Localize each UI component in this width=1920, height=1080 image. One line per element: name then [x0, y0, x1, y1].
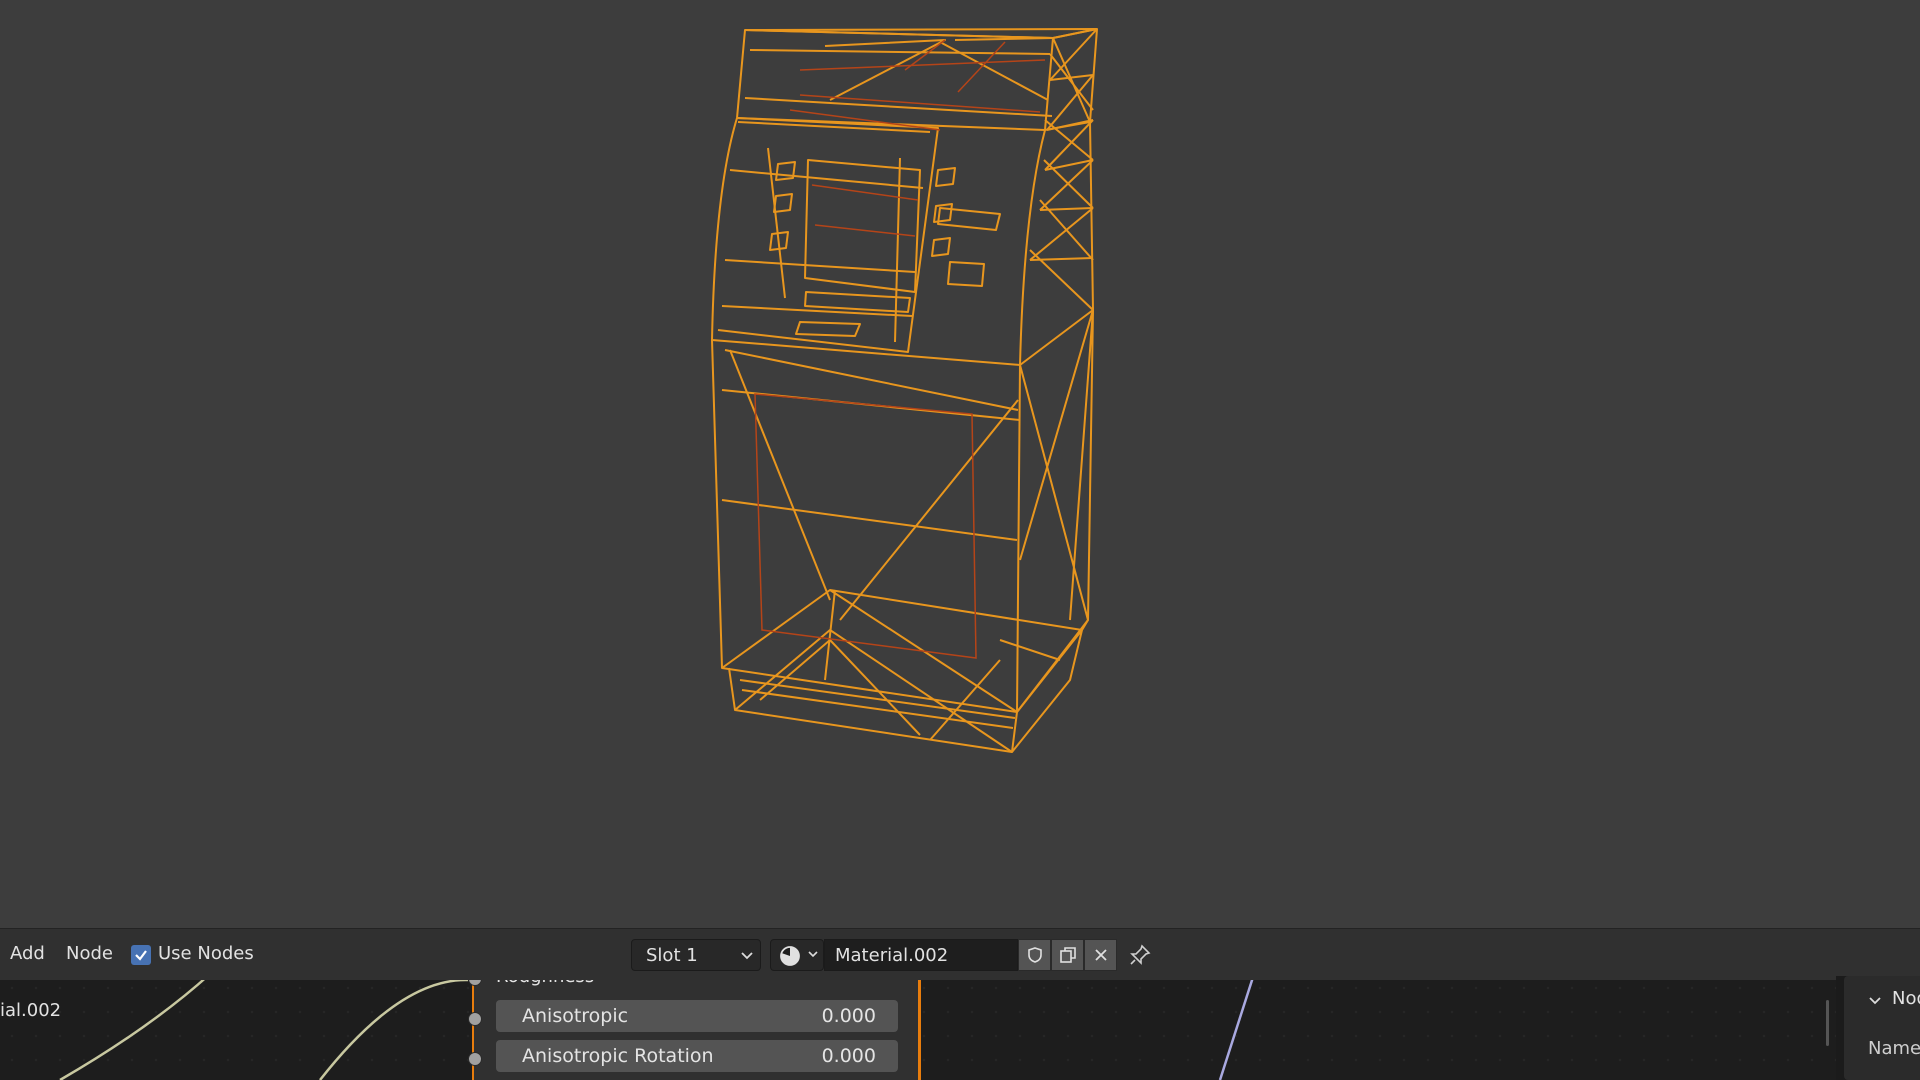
material-sphere-icon	[780, 946, 800, 966]
material-name-text: Material.002	[835, 945, 949, 966]
menu-add[interactable]: Add	[10, 943, 45, 964]
material-name-field[interactable]: Material.002	[824, 939, 1018, 971]
close-icon	[1095, 949, 1107, 961]
use-nodes-label: Use Nodes	[158, 943, 254, 964]
atm-wireframe-model[interactable]	[0, 0, 1920, 928]
slot-dropdown-label: Slot 1	[646, 945, 698, 966]
duplicate-material-button[interactable]	[1051, 939, 1084, 971]
sidebar-scrollbar[interactable]	[1826, 1000, 1829, 1046]
material-browse-button[interactable]	[770, 939, 824, 971]
node-selection-edge-right	[918, 980, 921, 1080]
anisotropic-rotation-input-socket[interactable]	[468, 1052, 482, 1066]
anisotropic-rotation-value: 0.000	[821, 1045, 876, 1067]
anisotropic-label: Anisotropic	[522, 1005, 629, 1027]
material-output-node-label: ial.002	[0, 1000, 62, 1021]
pin-icon[interactable]	[1128, 943, 1152, 967]
chevron-down-icon	[741, 952, 753, 960]
unlink-material-button[interactable]	[1084, 939, 1117, 971]
node-panel[interactable]: Nod Name:	[1844, 976, 1920, 1080]
shader-node-editor[interactable]: Roughness Anisotropic 0.000 Anisotropic …	[0, 928, 1920, 1080]
anisotropic-rotation-label: Anisotropic Rotation	[522, 1045, 714, 1067]
fake-user-button[interactable]	[1018, 939, 1051, 971]
slot-dropdown[interactable]: Slot 1	[631, 939, 761, 971]
3d-viewport[interactable]	[0, 0, 1920, 928]
fake-user-shield-icon	[1028, 947, 1042, 963]
collapse-arrow-icon[interactable]	[1868, 994, 1882, 1008]
node-panel-title: Nod	[1892, 988, 1920, 1009]
anisotropic-rotation-field[interactable]: Anisotropic Rotation 0.000	[496, 1040, 898, 1072]
anisotropic-field[interactable]: Anisotropic 0.000	[496, 1000, 898, 1032]
node-sidebar: Nod Name:	[1836, 976, 1920, 1080]
anisotropic-input-socket[interactable]	[468, 1012, 482, 1026]
use-nodes-checkbox[interactable]	[131, 945, 151, 965]
chevron-down-icon	[808, 951, 818, 958]
duplicate-icon	[1060, 947, 1076, 963]
node-name-label: Name:	[1868, 1038, 1920, 1059]
checkbox-icon	[135, 950, 147, 961]
node-editor-header: Add Node Use Nodes Slot 1 Material.002	[0, 928, 1920, 980]
menu-node[interactable]: Node	[66, 943, 113, 964]
anisotropic-value: 0.000	[821, 1005, 876, 1027]
